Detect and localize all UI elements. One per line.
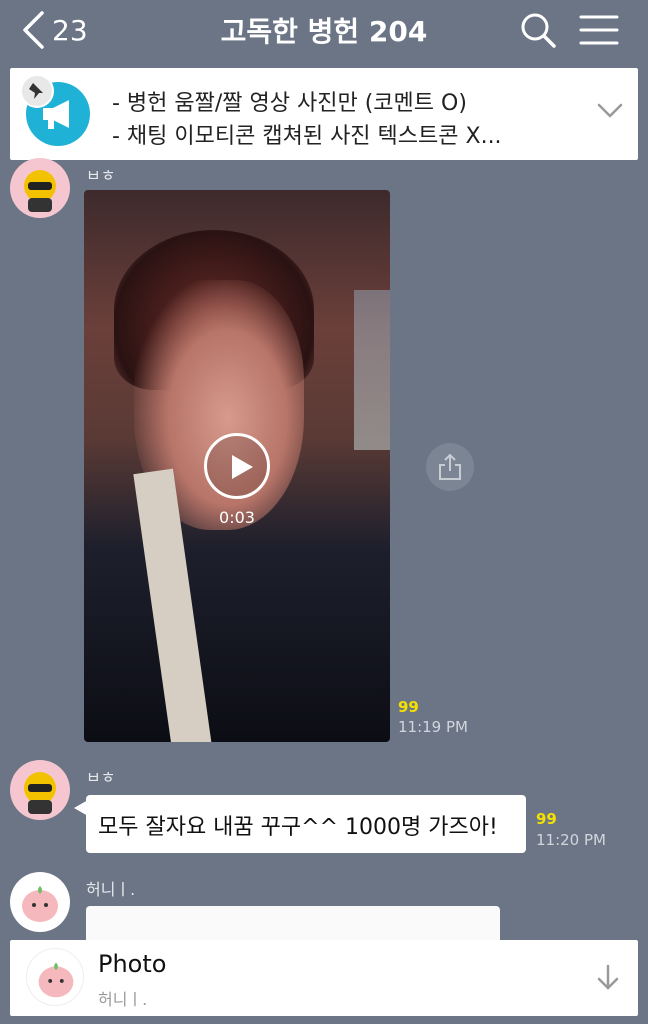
play-icon (232, 455, 253, 479)
sender-name: ㅂㅎ (86, 166, 116, 185)
avatar[interactable] (10, 760, 70, 820)
share-icon (439, 453, 461, 480)
share-button[interactable] (426, 443, 474, 491)
play-button[interactable] (204, 433, 270, 499)
chat-header: 23 고독한 병헌 204 (0, 0, 648, 62)
message-time: 11:20 PM (536, 831, 606, 849)
pin-icon (20, 74, 54, 108)
video-message[interactable]: 0:03 (84, 190, 390, 742)
arrow-down-icon[interactable] (596, 964, 620, 992)
message-time: 11:19 PM (398, 718, 468, 736)
avatar (26, 948, 84, 1006)
sender-name: ㅂㅎ (86, 768, 116, 787)
notice-text-line2: - 채팅 이모티콘 캡쳐된 사진 텍스트콘 X... (112, 124, 502, 149)
notice-text-line1: - 병헌 움짤/짤 영상 사진만 (코멘트 O) (112, 91, 467, 116)
search-icon[interactable] (518, 10, 558, 50)
video-background (354, 290, 390, 450)
text-message-bubble[interactable]: 모두 잘자요 내꿈 꾸구^^ 1000명 가즈아! (86, 795, 526, 853)
video-duration: 0:03 (219, 508, 255, 527)
menu-icon[interactable] (578, 10, 620, 50)
sender-name: 허니ㅣ. (86, 880, 136, 899)
avatar[interactable] (10, 158, 70, 218)
notification-title: Photo (98, 950, 167, 978)
avatar[interactable] (10, 872, 70, 932)
notification-sender: 허니ㅣ. (98, 990, 148, 1009)
new-message-notification[interactable]: Photo 허니ㅣ. (10, 940, 638, 1016)
notice-banner[interactable]: - 병헌 움짤/짤 영상 사진만 (코멘트 O) - 채팅 이모티콘 캡쳐된 사… (10, 68, 638, 160)
chevron-down-icon[interactable] (596, 102, 624, 120)
read-count: 99 (536, 810, 557, 828)
read-count: 99 (398, 698, 419, 716)
